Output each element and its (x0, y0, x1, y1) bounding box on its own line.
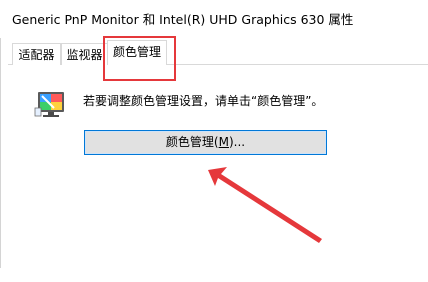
tab-monitor[interactable]: 监视器 (61, 43, 108, 65)
button-label-mnemonic: M (218, 135, 229, 149)
button-label-suffix: )... (228, 135, 246, 149)
dialog-left-edge (0, 38, 1, 268)
color-monitor-icon (34, 92, 64, 117)
color-management-button[interactable]: 颜色管理(M)... (84, 130, 327, 155)
annotation-highlight-box (103, 36, 176, 81)
tab-adapter[interactable]: 适配器 (12, 43, 61, 65)
color-management-description: 若要调整颜色管理设置，请单击“颜色管理”。 (83, 94, 324, 108)
annotation-arrow (208, 167, 322, 243)
window-title: Generic PnP Monitor 和 Intel(R) UHD Graph… (12, 12, 354, 27)
button-label-prefix: 颜色管理( (165, 135, 219, 149)
